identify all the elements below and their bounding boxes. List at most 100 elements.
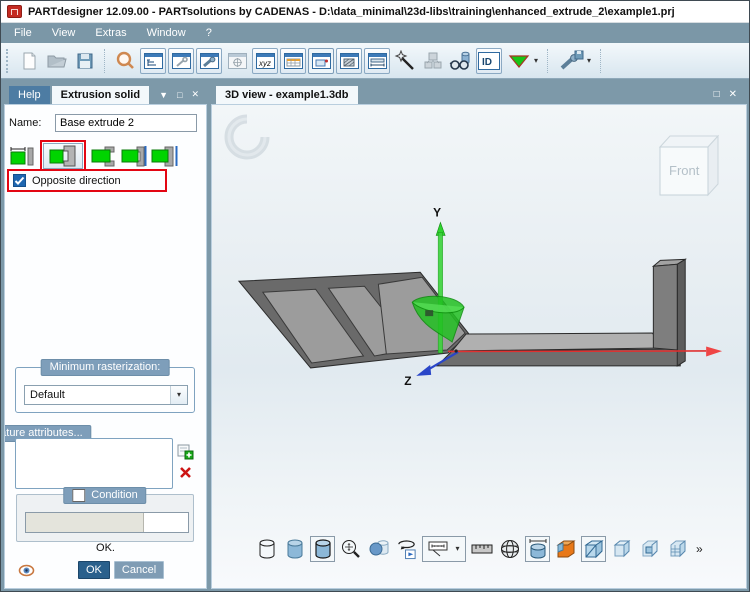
save-part-dropdown[interactable]: ▾ bbox=[555, 48, 594, 74]
zoom-fit-icon bbox=[340, 538, 362, 560]
name-label: Name: bbox=[9, 117, 55, 129]
cube-diagonal-icon bbox=[583, 538, 605, 560]
cube-view-button[interactable] bbox=[581, 536, 606, 562]
wizard-button[interactable] bbox=[392, 48, 418, 74]
chevron-down-icon: ▾ bbox=[177, 391, 181, 399]
menu-window[interactable]: Window bbox=[137, 24, 196, 42]
3d-view-tabbar: 3D view - example1.3db □ ✕ bbox=[211, 83, 747, 104]
cube-transparent-icon bbox=[612, 539, 632, 559]
screw-save-icon bbox=[558, 50, 584, 72]
menu-extras[interactable]: Extras bbox=[85, 24, 136, 42]
tools-window-toggle[interactable] bbox=[168, 48, 194, 74]
dimension-display-dropdown[interactable]: ▾ bbox=[422, 536, 466, 562]
add-attribute-button[interactable] bbox=[177, 444, 194, 463]
screw-window-toggle[interactable] bbox=[196, 48, 222, 74]
assembly-icon bbox=[422, 50, 444, 72]
dropdown-arrow-button[interactable]: ▾ bbox=[170, 386, 187, 404]
shaded-edges-mode-button[interactable] bbox=[310, 536, 335, 562]
menu-view[interactable]: View bbox=[42, 24, 86, 42]
menu-file[interactable]: File bbox=[4, 24, 42, 42]
transparency-button[interactable] bbox=[366, 536, 391, 562]
animation-button[interactable] bbox=[394, 536, 419, 562]
sketch-window-toggle[interactable] bbox=[224, 48, 250, 74]
shaded-edges-cylinder-icon bbox=[313, 538, 333, 560]
new-file-button[interactable] bbox=[16, 48, 42, 74]
id-button[interactable]: ID bbox=[476, 48, 502, 74]
extrude-mode-symmetric-button[interactable] bbox=[89, 143, 119, 169]
condition-label: Condition bbox=[91, 489, 137, 502]
extrude-mode-selected-highlight bbox=[40, 140, 86, 172]
2d-derivation-window-toggle[interactable] bbox=[336, 48, 362, 74]
tab-3d-view[interactable]: 3D view - example1.3db bbox=[216, 86, 358, 104]
model-wall-front bbox=[653, 264, 677, 350]
min-rasterization-group: Minimum rasterization: Default ▾ bbox=[15, 367, 195, 413]
3d-view-panel: 3D view - example1.3db □ ✕ Front bbox=[211, 83, 747, 589]
preview-eye-icon[interactable] bbox=[18, 564, 35, 580]
3d-model: Y Z bbox=[212, 105, 746, 588]
section-view-button[interactable] bbox=[553, 536, 578, 562]
release-status-dropdown[interactable]: ▾ bbox=[504, 48, 541, 74]
opposite-direction-checkbox[interactable] bbox=[13, 174, 26, 187]
tab-help[interactable]: Help bbox=[9, 86, 50, 104]
title-bar: PARTdesigner 12.09.00 - PARTsolutions by… bbox=[1, 1, 749, 23]
condition-field[interactable] bbox=[25, 512, 189, 533]
direction-widget-handle[interactable] bbox=[425, 310, 433, 316]
panel-maximize-icon[interactable]: □ bbox=[177, 90, 182, 100]
toolbar-grip[interactable] bbox=[6, 49, 10, 73]
toolbar-overflow-button[interactable]: » bbox=[693, 542, 706, 556]
panel-maximize-icon[interactable]: □ bbox=[714, 89, 720, 100]
toolbar-separator bbox=[547, 49, 549, 73]
extrude-mode-distance-button[interactable] bbox=[7, 143, 37, 169]
condition-checkbox[interactable] bbox=[72, 489, 85, 502]
menu-help[interactable]: ? bbox=[196, 24, 222, 42]
cube-grid-icon bbox=[668, 539, 688, 559]
open-file-button[interactable] bbox=[44, 48, 70, 74]
topology-window-toggle[interactable] bbox=[140, 48, 166, 74]
save-floppy-icon bbox=[75, 51, 95, 71]
extrude-mode-through-all-button[interactable] bbox=[149, 143, 179, 169]
min-rasterization-select[interactable]: Default ▾ bbox=[24, 385, 188, 405]
cube-transparent-button[interactable] bbox=[609, 536, 634, 562]
condition-field-disabled-part bbox=[26, 513, 144, 532]
z-axis-arrow-icon bbox=[416, 365, 431, 376]
tab-extrusion-solid[interactable]: Extrusion solid bbox=[52, 86, 149, 104]
3d-view-window-toggle[interactable] bbox=[308, 48, 334, 74]
save-button[interactable] bbox=[72, 48, 98, 74]
sketch-window-icon bbox=[228, 53, 247, 69]
measure-cylinder-button[interactable] bbox=[525, 536, 550, 562]
zoom-fit-button[interactable] bbox=[338, 536, 363, 562]
cube-grid-button[interactable] bbox=[665, 536, 690, 562]
extrude-distance-icon bbox=[8, 144, 36, 168]
extrude-mode-opposite-button[interactable] bbox=[43, 143, 83, 169]
preview-button[interactable] bbox=[448, 48, 474, 74]
shaded-mode-button[interactable] bbox=[282, 536, 307, 562]
panel-close-icon[interactable]: ✕ bbox=[729, 89, 737, 100]
search-zoom-button[interactable] bbox=[112, 48, 138, 74]
feature-attributes-list[interactable] bbox=[15, 438, 173, 489]
extrusion-panel-tabbar: Help Extrusion solid ▼ □ ✕ bbox=[4, 83, 207, 104]
toolbar-separator bbox=[104, 49, 106, 73]
cylinder-measure-icon bbox=[527, 537, 549, 561]
delete-attribute-button[interactable] bbox=[179, 466, 192, 482]
assembly-transfer-button[interactable] bbox=[420, 48, 446, 74]
measure-button[interactable] bbox=[469, 536, 494, 562]
open-folder-icon bbox=[46, 51, 68, 71]
ok-button[interactable]: OK bbox=[78, 561, 110, 579]
chevron-down-icon: ▾ bbox=[534, 57, 538, 65]
cancel-button[interactable]: Cancel bbox=[114, 561, 164, 579]
dimensions-window-toggle[interactable] bbox=[364, 48, 390, 74]
z-axis-label: Z bbox=[404, 374, 411, 388]
panel-dropdown-icon[interactable]: ▼ bbox=[159, 90, 168, 100]
value-table-window-toggle[interactable] bbox=[280, 48, 306, 74]
wireframe-mode-button[interactable] bbox=[254, 536, 279, 562]
mesh-sphere-button[interactable] bbox=[497, 536, 522, 562]
name-input[interactable] bbox=[55, 114, 197, 132]
panel-close-icon[interactable]: ✕ bbox=[191, 89, 199, 100]
variables-window-toggle[interactable]: xyz bbox=[252, 48, 278, 74]
workspace: Help Extrusion solid ▼ □ ✕ Name: bbox=[1, 79, 749, 591]
extrude-mode-to-face-button[interactable] bbox=[119, 143, 149, 169]
3d-viewport[interactable]: Front bbox=[211, 104, 747, 589]
3d-view-window-icon bbox=[312, 53, 331, 69]
cube-inner-button[interactable] bbox=[637, 536, 662, 562]
chevron-down-icon: ▾ bbox=[587, 57, 591, 65]
